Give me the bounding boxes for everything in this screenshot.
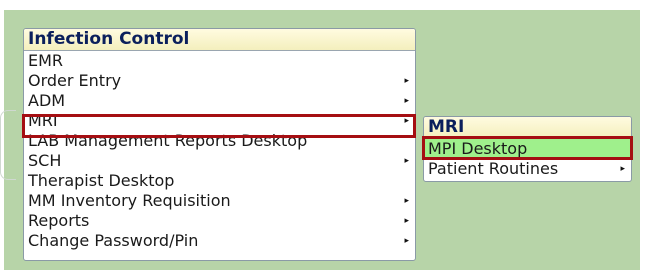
submenu-item-patient-routines[interactable]: Patient Routines ▸ [424,159,631,179]
menu-item-label: EMR [28,51,64,70]
menu-item-therapist-desktop[interactable]: Therapist Desktop [24,171,415,191]
main-menu: Infection Control EMR Order Entry ▸ ADM … [23,28,416,261]
submenu-item-mpi-desktop[interactable]: MPI Desktop [424,139,631,159]
menu-item-reports[interactable]: Reports ▸ [24,211,415,231]
menu-item-change-password-pin[interactable]: Change Password/Pin ▸ [24,231,415,251]
menu-item-order-entry[interactable]: Order Entry ▸ [24,71,415,91]
menu-item-sch[interactable]: SCH ▸ [24,151,415,171]
menu-item-adm[interactable]: ADM ▸ [24,91,415,111]
menu-item-label: MRI [28,111,58,130]
menu-item-label: Change Password/Pin [28,231,199,250]
menu-item-label: MM Inventory Requisition [28,191,231,210]
menu-item-label: Order Entry [28,71,122,90]
submenu-arrow-icon: ▸ [404,116,409,126]
submenu-arrow-icon: ▸ [404,216,409,226]
submenu-arrow-icon: ▸ [404,76,409,86]
menu-item-emr[interactable]: EMR [24,51,415,71]
menu-item-label: LAB Management Reports Desktop [28,131,308,150]
menu-item-label: Patient Routines [428,159,559,178]
menu-item-label: Reports [28,211,90,230]
menu-item-label: Therapist Desktop [28,171,175,190]
submenu-arrow-icon: ▸ [404,196,409,206]
menu-item-mm-inventory-requisition[interactable]: MM Inventory Requisition ▸ [24,191,415,211]
submenu-arrow-icon: ▸ [404,96,409,106]
menu-item-label: MPI Desktop [428,139,528,158]
window-edge [0,110,16,180]
menu-item-label: ADM [28,91,66,110]
menu-item-lab-management-reports-desktop[interactable]: LAB Management Reports Desktop [24,131,415,151]
mri-submenu: MRI MPI Desktop Patient Routines ▸ [423,116,632,182]
submenu-title: MRI [424,117,631,139]
submenu-arrow-icon: ▸ [620,164,625,174]
submenu-arrow-icon: ▸ [404,236,409,246]
menu-item-label: SCH [28,151,62,170]
menu-item-mri[interactable]: MRI ▸ [24,111,415,131]
main-menu-title: Infection Control [24,29,415,51]
submenu-arrow-icon: ▸ [404,156,409,166]
